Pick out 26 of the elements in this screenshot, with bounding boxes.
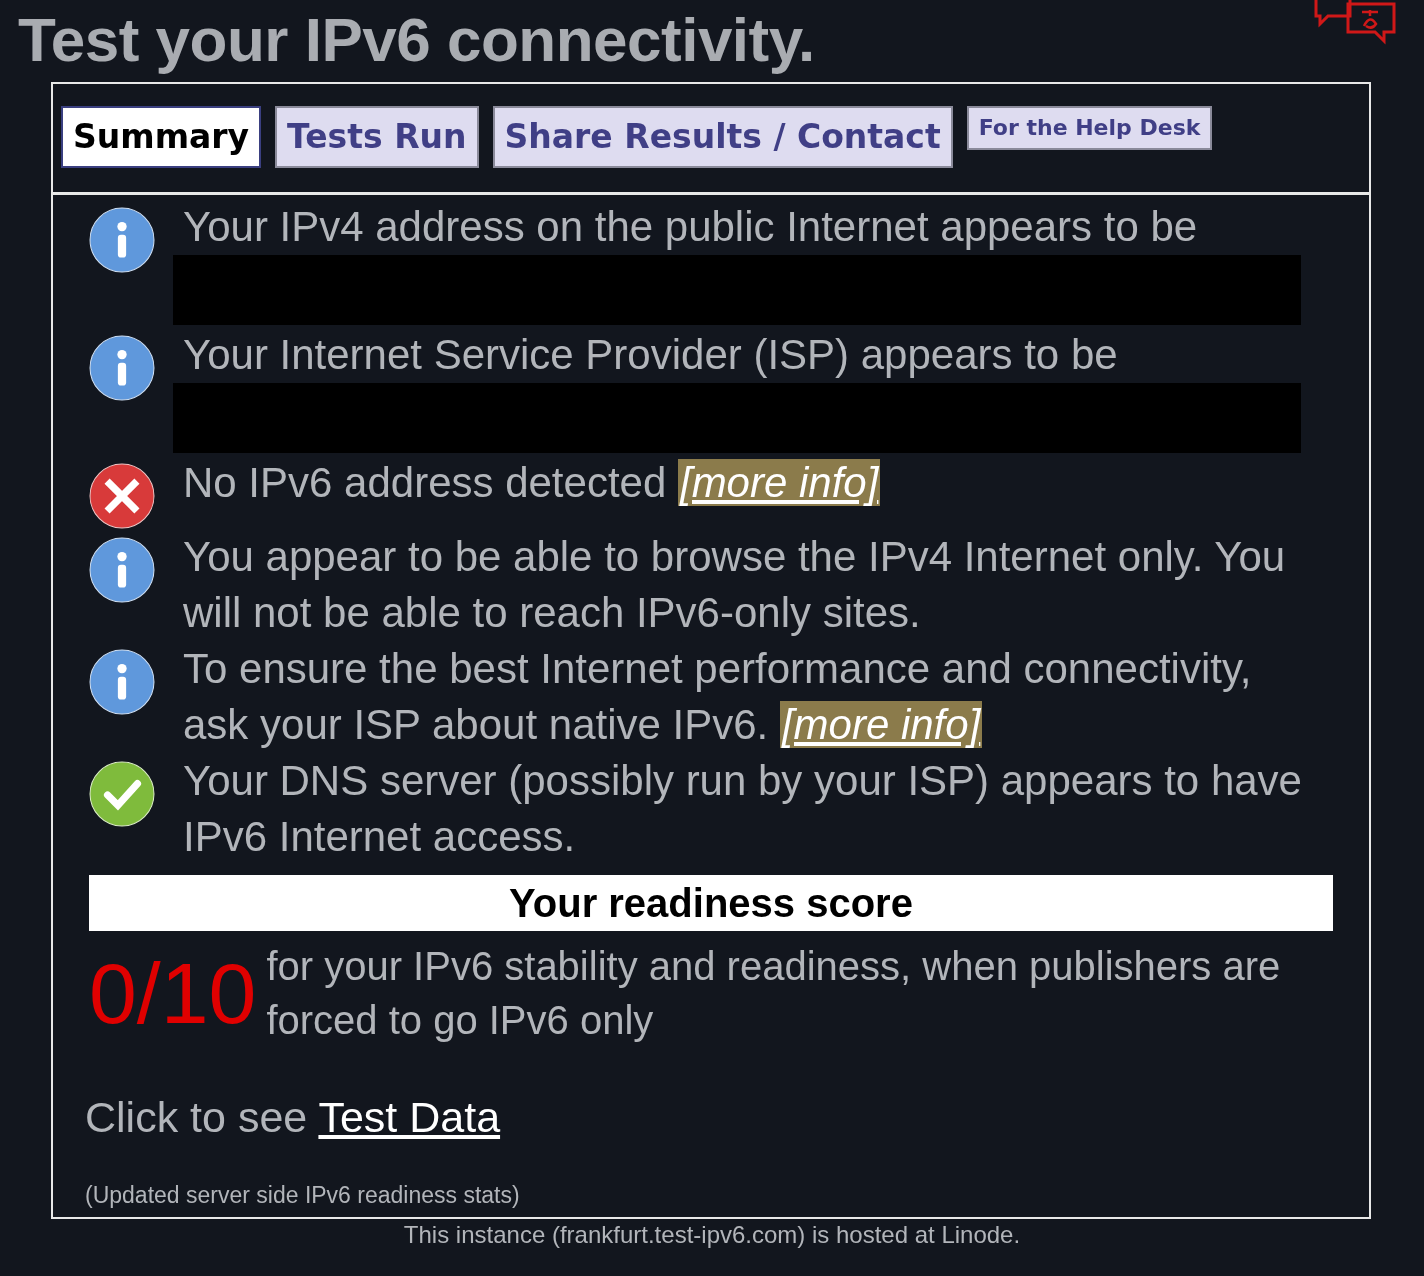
status-message: Your Internet Service Provider (ISP) appears to be bbox=[183, 330, 1119, 380]
score-value: 0/10 bbox=[89, 944, 257, 1043]
page-title: Test your IPv6 connectivity. bbox=[17, 4, 815, 76]
info-icon bbox=[89, 207, 155, 273]
info-icon bbox=[89, 335, 155, 401]
tab[interactable]: For the Help Desk bbox=[966, 106, 1213, 150]
check-icon bbox=[89, 761, 155, 827]
status-message: You appear to be able to browse the IPv4 Internet only. You will not be able to reach IPv6-only sites. bbox=[183, 532, 1287, 638]
score-description: for your IPv6 stability and readiness, when publishers are forced to go IPv6 only bbox=[266, 943, 1282, 1044]
test-data-text: Click to see Test Data bbox=[85, 1093, 502, 1142]
status-message: Your DNS server (possibly run by your ISP) appears to have IPv6 Internet access. bbox=[183, 756, 1303, 862]
tab[interactable]: Share Results / Contact bbox=[492, 106, 953, 168]
test-data-link[interactable]: Test Data bbox=[318, 1093, 501, 1141]
score-heading: Your readiness score bbox=[89, 875, 1333, 931]
info-icon bbox=[89, 537, 155, 603]
more-info-link[interactable]: [more info] bbox=[677, 459, 881, 506]
tab[interactable]: Summary bbox=[61, 106, 262, 168]
stats-note: (Updated server side IPv6 readiness stats) bbox=[85, 1182, 521, 1209]
status-message: Your IPv4 address on the public Internet appears to be bbox=[183, 202, 1199, 252]
hosting-footer: This instance (frankfurt.test-ipv6.com) is hosted at Linode. bbox=[0, 1221, 1424, 1249]
error-icon bbox=[89, 463, 155, 529]
status-message: To ensure the best Internet performance and connectivity, ask your ISP about native IPv6. [more info] bbox=[183, 644, 1253, 750]
info-icon bbox=[89, 649, 155, 715]
more-info-link[interactable]: [more info] bbox=[779, 701, 983, 748]
status-message: No IPv6 address detected [more info] bbox=[183, 458, 882, 508]
tab[interactable]: Tests Run bbox=[275, 106, 479, 168]
